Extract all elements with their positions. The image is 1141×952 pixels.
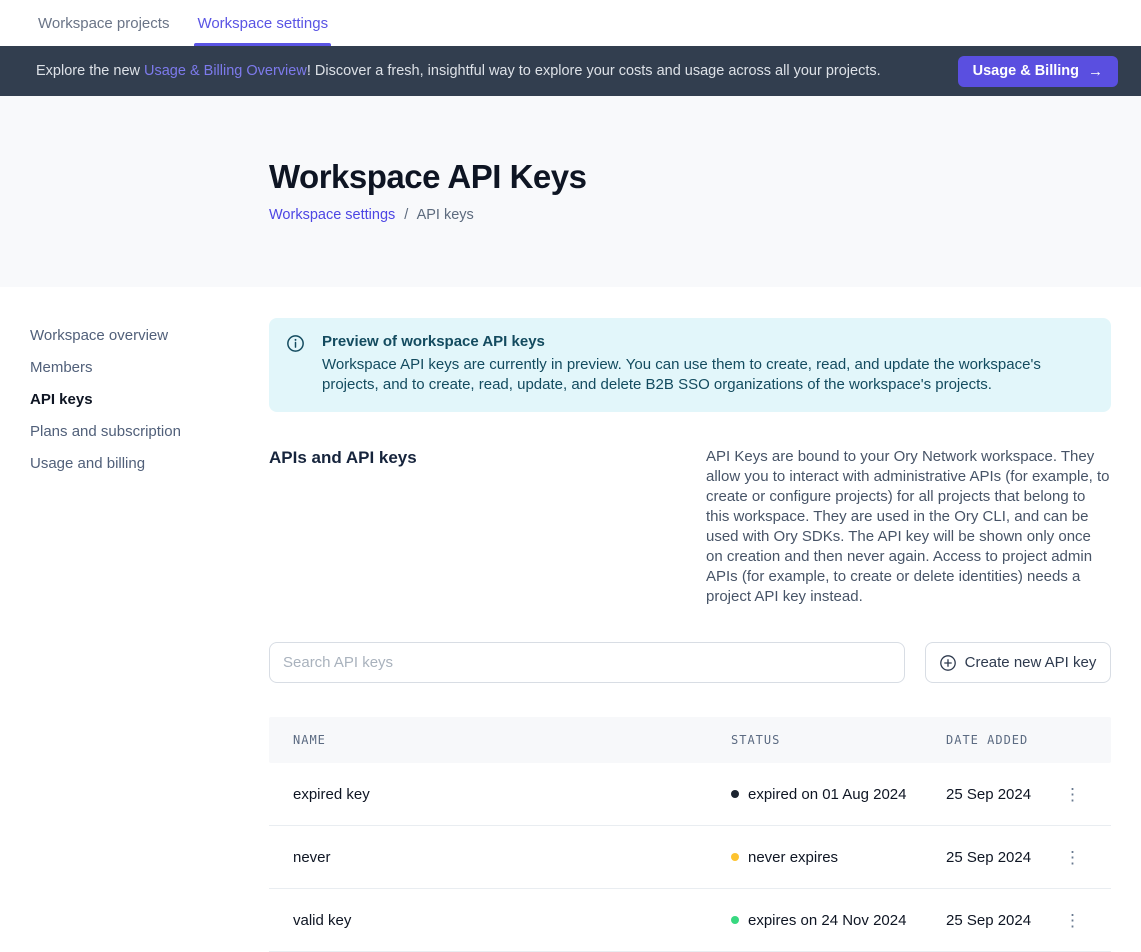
banner-text-before: Explore the new bbox=[36, 63, 144, 79]
section-apis-and-api-keys: APIs and API keys API Keys are bound to … bbox=[269, 447, 1111, 607]
table-row: never never expires 25 Sep 2024 ⋮ bbox=[269, 826, 1111, 889]
column-header-status: STATUS bbox=[731, 733, 946, 747]
status-dot bbox=[731, 853, 739, 861]
arrow-right-icon: → bbox=[1088, 63, 1103, 80]
preview-alert: Preview of workspace API keys Workspace … bbox=[269, 318, 1111, 412]
usage-billing-button[interactable]: Usage & Billing → bbox=[958, 56, 1118, 87]
column-header-date-added: DATE ADDED bbox=[946, 733, 1057, 747]
alert-title: Preview of workspace API keys bbox=[322, 333, 1087, 350]
settings-sidebar: Workspace overview Members API keys Plan… bbox=[0, 287, 269, 952]
usage-billing-button-label: Usage & Billing bbox=[973, 63, 1079, 79]
table-row: valid key expires on 24 Nov 2024 25 Sep … bbox=[269, 889, 1111, 952]
sidebar-item-usage-and-billing[interactable]: Usage and billing bbox=[30, 448, 269, 480]
create-api-key-button[interactable]: Create new API key bbox=[925, 642, 1111, 683]
section-description: API Keys are bound to your Ory Network w… bbox=[706, 447, 1111, 607]
main-content: Preview of workspace API keys Workspace … bbox=[269, 287, 1111, 952]
page-title: Workspace API Keys bbox=[269, 158, 1141, 196]
api-key-status: expired on 01 Aug 2024 bbox=[731, 786, 946, 803]
banner-text: Explore the new Usage & Billing Overview… bbox=[36, 63, 881, 79]
status-dot bbox=[731, 916, 739, 924]
status-dot bbox=[731, 790, 739, 798]
top-nav: Workspace projects Workspace settings bbox=[0, 0, 1141, 46]
table-row: expired key expired on 01 Aug 2024 25 Se… bbox=[269, 763, 1111, 826]
status-text: never expires bbox=[748, 849, 838, 866]
sidebar-item-workspace-overview[interactable]: Workspace overview bbox=[30, 320, 269, 352]
section-heading: APIs and API keys bbox=[269, 447, 706, 607]
breadcrumb-workspace-settings-link[interactable]: Workspace settings bbox=[269, 207, 395, 223]
status-text: expired on 01 Aug 2024 bbox=[748, 786, 906, 803]
kebab-menu-icon[interactable]: ⋮ bbox=[1058, 782, 1087, 807]
banner-text-after: ! Discover a fresh, insightful way to ex… bbox=[307, 63, 881, 79]
page-header: Workspace API Keys Workspace settings / … bbox=[0, 96, 1141, 287]
sidebar-item-members[interactable]: Members bbox=[30, 352, 269, 384]
breadcrumb-current: API keys bbox=[417, 207, 474, 223]
sidebar-item-plans-and-subscription[interactable]: Plans and subscription bbox=[30, 416, 269, 448]
create-api-key-button-label: Create new API key bbox=[965, 654, 1097, 671]
kebab-menu-icon[interactable]: ⋮ bbox=[1058, 908, 1087, 933]
alert-body: Preview of workspace API keys Workspace … bbox=[322, 333, 1087, 395]
plus-circle-icon bbox=[940, 655, 956, 671]
api-key-status: never expires bbox=[731, 849, 946, 866]
api-keys-table: NAME STATUS DATE ADDED expired key expir… bbox=[269, 717, 1111, 952]
api-keys-toolbar: Create new API key bbox=[269, 642, 1111, 683]
info-circle-icon bbox=[287, 335, 304, 395]
api-key-name: expired key bbox=[293, 786, 731, 803]
kebab-menu-icon[interactable]: ⋮ bbox=[1058, 845, 1087, 870]
content-layout: Workspace overview Members API keys Plan… bbox=[0, 287, 1141, 952]
column-header-name: NAME bbox=[293, 733, 731, 747]
api-key-name: never bbox=[293, 849, 731, 866]
api-key-date-added: 25 Sep 2024 bbox=[946, 912, 1057, 929]
status-text: expires on 24 Nov 2024 bbox=[748, 912, 906, 929]
alert-text: Workspace API keys are currently in prev… bbox=[322, 355, 1087, 395]
api-key-name: valid key bbox=[293, 912, 731, 929]
sidebar-item-api-keys[interactable]: API keys bbox=[30, 384, 269, 416]
breadcrumb: Workspace settings / API keys bbox=[269, 207, 1141, 223]
api-key-status: expires on 24 Nov 2024 bbox=[731, 912, 946, 929]
tab-workspace-settings[interactable]: Workspace settings bbox=[194, 0, 331, 46]
tab-workspace-projects[interactable]: Workspace projects bbox=[35, 0, 172, 46]
table-header-row: NAME STATUS DATE ADDED bbox=[269, 717, 1111, 763]
usage-billing-overview-link[interactable]: Usage & Billing Overview bbox=[144, 63, 307, 79]
api-key-date-added: 25 Sep 2024 bbox=[946, 786, 1057, 803]
breadcrumb-separator: / bbox=[404, 207, 408, 223]
announcement-banner: Explore the new Usage & Billing Overview… bbox=[0, 46, 1141, 96]
search-input[interactable] bbox=[269, 642, 905, 683]
api-key-date-added: 25 Sep 2024 bbox=[946, 849, 1057, 866]
